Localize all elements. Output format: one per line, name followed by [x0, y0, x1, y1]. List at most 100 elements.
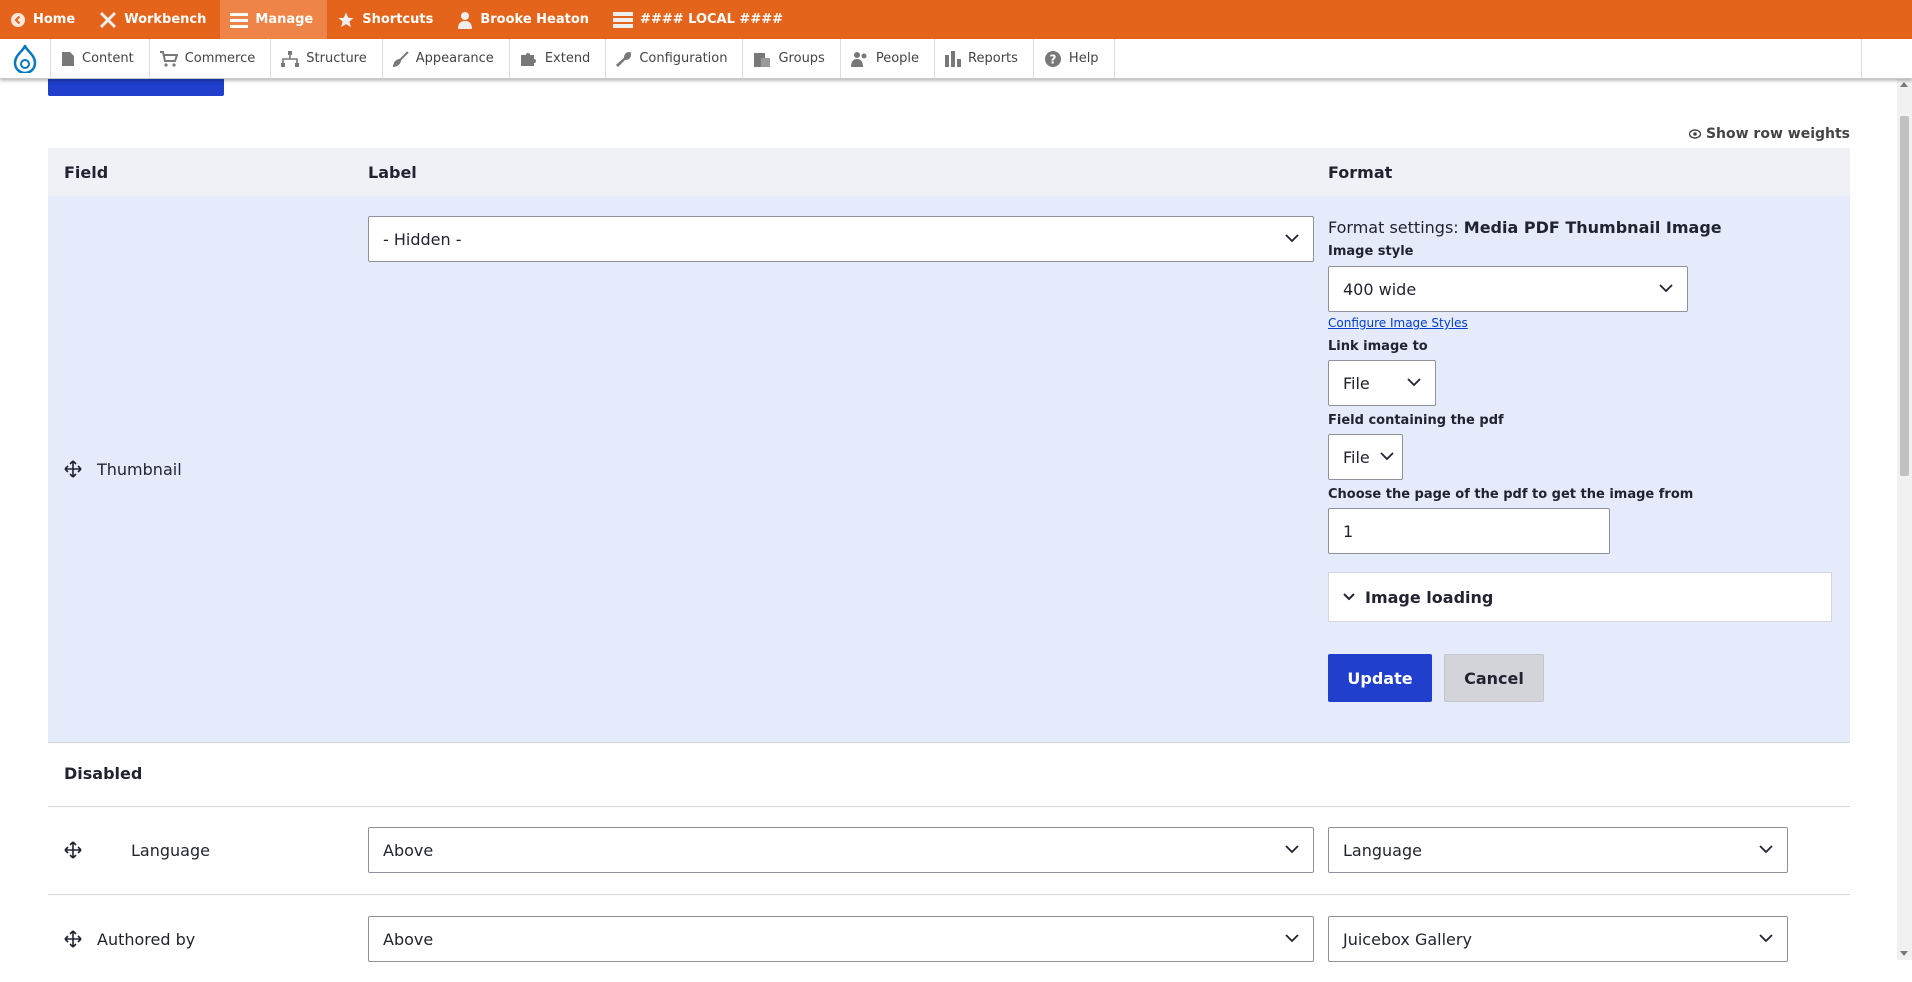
cancel-button[interactable]: Cancel [1444, 654, 1544, 702]
scroll-up-arrow-icon[interactable] [1900, 82, 1908, 87]
chevron-down-icon [1759, 845, 1773, 854]
tray-label: Appearance [415, 51, 494, 66]
chevron-down-icon [1759, 934, 1773, 943]
toolbar-shortcuts-label: Shortcuts [362, 12, 434, 27]
toolbar-manage-label: Manage [255, 12, 314, 27]
back-arrow-icon [11, 12, 25, 27]
scroll-down-arrow-icon[interactable] [1900, 951, 1908, 956]
tray-label: Help [1068, 51, 1099, 66]
tray-label: People [875, 51, 920, 66]
menu-icon [230, 12, 249, 28]
format-select-value: Juicebox Gallery [1343, 929, 1472, 949]
label-select-value: Above [383, 929, 434, 949]
link-image-select[interactable]: File [1328, 360, 1436, 406]
pdf-field-label: Field containing the pdf [1328, 413, 1504, 428]
format-settings-name: Media PDF Thumbnail Image [1463, 218, 1722, 237]
server-icon [613, 11, 634, 28]
drupal-drop-icon [13, 44, 37, 73]
toolbar-user[interactable]: Brooke Heaton [447, 0, 603, 39]
partial-primary-button[interactable] [48, 78, 224, 96]
field-name-thumbnail: Thumbnail [97, 460, 182, 479]
format-select-authored-by[interactable]: Juicebox Gallery [1328, 916, 1788, 962]
link-image-value: File [1343, 373, 1370, 393]
chevron-down-icon [1285, 234, 1299, 243]
pdf-page-input[interactable]: 1 [1328, 508, 1610, 554]
tray-label: Groups [778, 51, 825, 66]
page-scrollbar[interactable] [1897, 78, 1912, 960]
toolbar-environment[interactable]: #### LOCAL #### [603, 0, 797, 39]
bar-chart-icon [945, 50, 962, 67]
toolbar-workbench-label: Workbench [124, 12, 207, 27]
tray-item-configuration[interactable]: Configuration [606, 39, 744, 78]
link-image-label: Link image to [1328, 339, 1428, 354]
image-style-label: Image style [1328, 244, 1414, 259]
brush-icon [392, 50, 409, 67]
tray-item-appearance[interactable]: Appearance [383, 39, 510, 78]
toolbar-home[interactable]: Home [0, 0, 89, 39]
tray-item-extend[interactable]: Extend [510, 39, 607, 78]
tray-item-reports[interactable]: Reports [935, 39, 1034, 78]
pdf-page-value: 1 [1343, 521, 1354, 541]
toolbar-workbench[interactable]: Workbench [89, 0, 220, 39]
table-row: Language Above Language [48, 806, 1850, 895]
toolbar-user-label: Brooke Heaton [480, 12, 590, 27]
star-icon [338, 12, 354, 27]
wrench-icon [616, 51, 633, 67]
tray-item-people[interactable]: People [841, 39, 936, 78]
update-label: Update [1347, 668, 1413, 688]
tray-item-groups[interactable]: Groups [743, 39, 841, 78]
image-style-select[interactable]: 400 wide [1328, 266, 1688, 312]
scrollbar-thumb[interactable] [1900, 116, 1909, 476]
tray-item-structure[interactable]: Structure [271, 39, 383, 78]
puzzle-icon [520, 52, 536, 66]
sitemap-icon [281, 50, 300, 67]
group-icon [754, 52, 771, 67]
tray-item-content[interactable]: Content [51, 39, 150, 78]
table-row-thumbnail: Thumbnail - Hidden - Format settings: Me… [48, 196, 1850, 743]
format-settings-prefix: Format settings: [1328, 218, 1459, 237]
tray-item-help[interactable]: ? Help [1034, 39, 1115, 78]
pdf-field-select[interactable]: File [1328, 434, 1403, 480]
page-icon [62, 51, 74, 66]
image-loading-details[interactable]: Image loading [1328, 572, 1832, 622]
toolbar-environment-label: #### LOCAL #### [640, 12, 783, 27]
image-style-value: 400 wide [1343, 279, 1417, 299]
show-row-weights-label: Show row weights [1705, 126, 1850, 142]
toolbar-home-label: Home [33, 12, 76, 27]
header-format: Format [1328, 163, 1393, 182]
drupal-logo[interactable] [0, 39, 51, 78]
label-select-language[interactable]: Above [368, 827, 1314, 873]
tray-label: Configuration [639, 51, 728, 66]
label-select-value: Above [383, 840, 434, 860]
field-name-language: Language [131, 841, 210, 860]
header-label: Label [368, 163, 417, 182]
configure-image-styles-link[interactable]: Configure Image Styles [1328, 316, 1468, 330]
format-settings-title: Format settings: Media PDF Thumbnail Ima… [1328, 218, 1722, 237]
image-loading-label: Image loading [1365, 587, 1494, 607]
table-row: Authored by Above Juicebox Gallery [48, 894, 1850, 982]
chevron-down-icon [1285, 934, 1299, 943]
show-row-weights-button[interactable]: Show row weights [1688, 126, 1850, 142]
user-icon [458, 11, 473, 29]
label-select-authored-by[interactable]: Above [368, 916, 1314, 962]
header-field: Field [64, 163, 109, 182]
tray-item-commerce[interactable]: Commerce [150, 39, 272, 78]
format-select-language[interactable]: Language [1328, 827, 1788, 873]
tray-label: Structure [306, 51, 367, 66]
drag-handle-icon[interactable] [64, 460, 82, 478]
label-select-value: - Hidden - [383, 229, 462, 249]
tray-label: Extend [544, 51, 591, 66]
drag-handle-icon[interactable] [64, 841, 82, 859]
update-button[interactable]: Update [1328, 654, 1432, 702]
toolbar-shortcuts[interactable]: Shortcuts [327, 0, 447, 39]
toolbar-manage[interactable]: Manage [220, 0, 328, 39]
svg-text:?: ? [1049, 52, 1056, 66]
label-select-thumbnail[interactable]: - Hidden - [368, 216, 1314, 262]
tray-label: Commerce [184, 51, 256, 66]
drag-handle-icon[interactable] [64, 930, 82, 948]
people-icon [850, 51, 867, 67]
pdf-page-label: Choose the page of the pdf to get the im… [1328, 487, 1694, 502]
tray-label: Reports [968, 51, 1018, 66]
tray-orientation-toggle[interactable] [1861, 39, 1912, 78]
chevron-down-icon [1380, 452, 1394, 461]
